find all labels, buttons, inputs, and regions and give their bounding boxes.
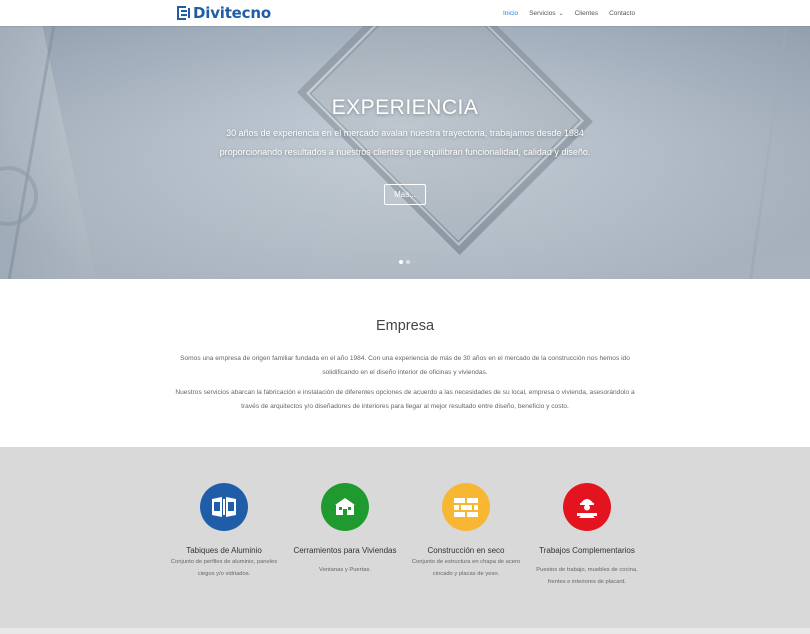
service-title: Trabajos Complementarios	[539, 546, 635, 555]
slider-dots	[399, 260, 413, 264]
brick-wall-icon	[442, 483, 490, 531]
nav-item-servicios[interactable]: Servicios ⌄	[529, 10, 563, 17]
site-header: Divitecno Inicio Servicios ⌄ Clientes Co…	[0, 0, 810, 26]
hero-content: EXPERIENCIA 30 años de experiencia en el…	[205, 26, 605, 279]
main-nav: Inicio Servicios ⌄ Clientes Contacto	[503, 0, 646, 26]
hero-text: 30 años de experiencia en el mercado ava…	[219, 128, 591, 157]
bottom-strip	[0, 628, 810, 634]
service-title: Construcción en seco	[427, 546, 505, 555]
empresa-paragraph-1: Somos una empresa de origen familiar fun…	[180, 355, 630, 376]
aluminum-partition-icon	[200, 483, 248, 531]
hero-title: EXPERIENCIA	[331, 96, 479, 119]
empresa-paragraph-2: Nuestros servicios abarcan la fabricació…	[175, 389, 635, 410]
service-description: Conjunto de estructura en chapa de acero…	[411, 559, 521, 577]
nav-item-contacto[interactable]: Contacto	[609, 10, 635, 17]
empresa-section: Empresa Somos una empresa de origen fami…	[0, 279, 810, 447]
services-section: Tabiques de Aluminio Conjunto de perfile…	[0, 447, 810, 634]
logo[interactable]: Divitecno	[177, 4, 271, 22]
nav-item-servicios-label: Servicios	[529, 9, 556, 17]
slider-dot-2[interactable]	[406, 260, 410, 264]
house-icon	[321, 483, 369, 531]
worker-icon	[563, 483, 611, 531]
empresa-heading: Empresa	[375, 318, 435, 334]
nav-item-clientes[interactable]: Clientes	[575, 10, 598, 17]
service-description: Puestos de trabajo, muebles de cocina, f…	[536, 567, 638, 585]
service-title: Cerramientos para Viviendas	[293, 546, 397, 555]
chevron-down-icon: ⌄	[558, 10, 564, 17]
service-description: Ventanas y Puertas.	[319, 567, 371, 573]
logo-icon	[177, 6, 190, 20]
hero-slider: EXPERIENCIA 30 años de experiencia en el…	[0, 26, 810, 279]
mas-button[interactable]: Mas...	[384, 184, 426, 205]
service-title: Tabiques de Aluminio	[186, 546, 262, 555]
nav-item-inicio[interactable]: Inicio	[503, 10, 518, 17]
service-description: Conjunto de perfiles de aluminio, panele…	[170, 559, 278, 577]
logo-text: Divitecno	[193, 4, 271, 22]
slider-dot-1[interactable]	[399, 260, 403, 264]
